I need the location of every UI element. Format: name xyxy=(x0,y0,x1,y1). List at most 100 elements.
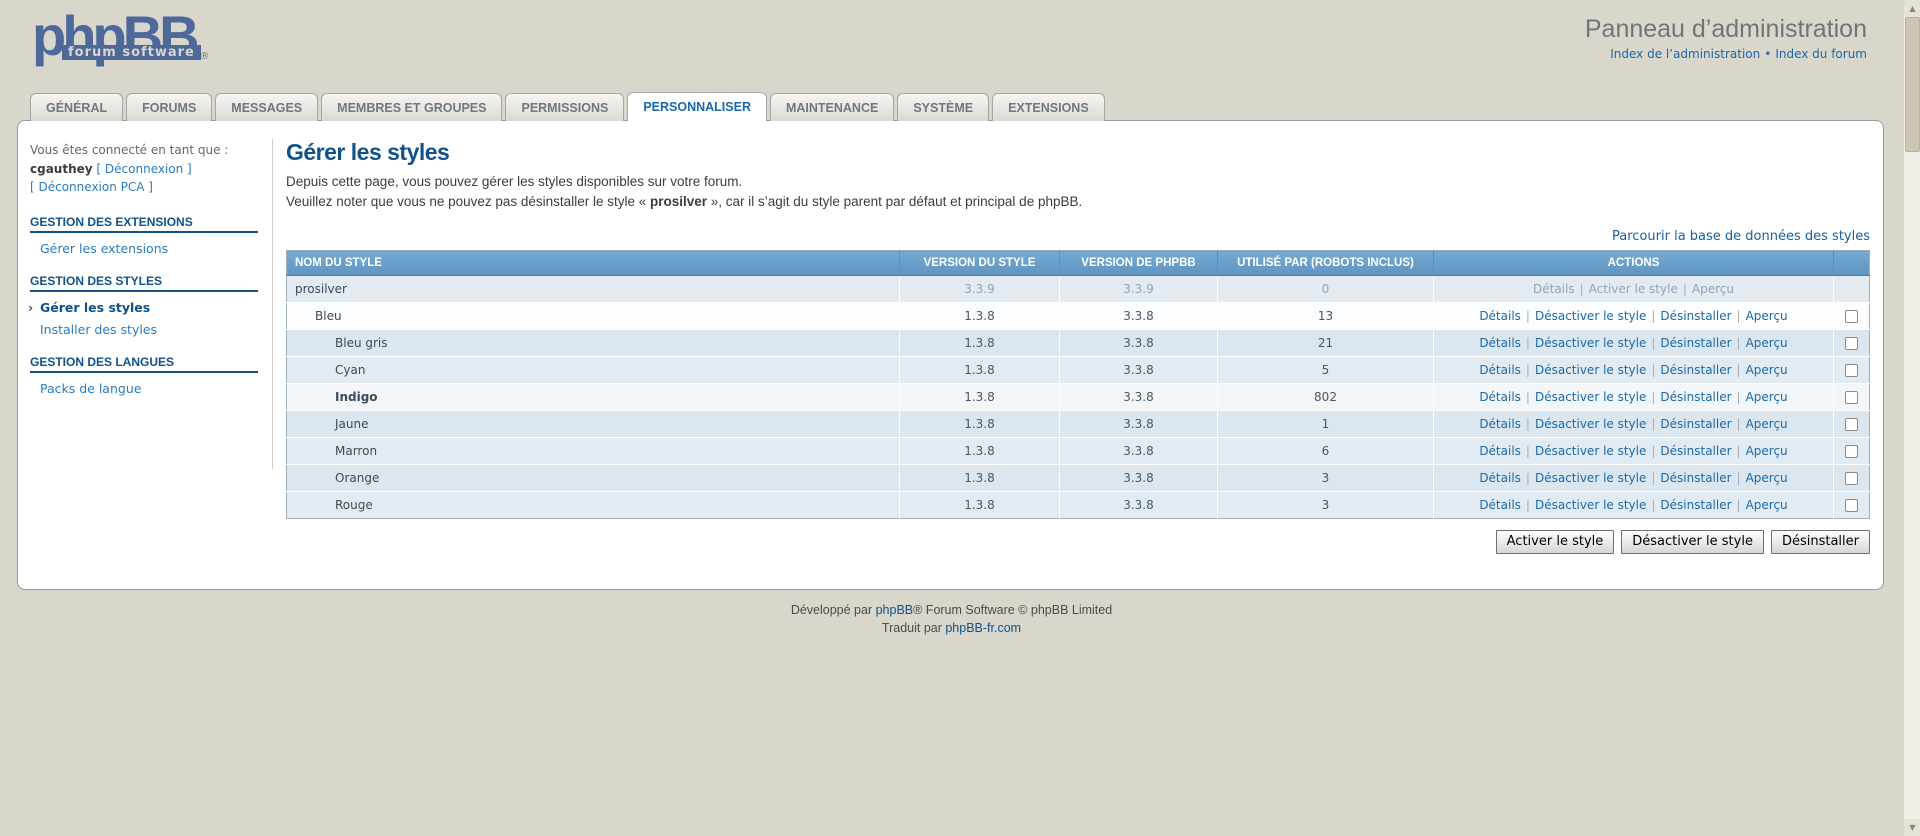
action-link-details[interactable]: Détails xyxy=(1479,336,1521,350)
action-link-desinstaller[interactable]: Désinstaller xyxy=(1660,309,1731,323)
style-name: Bleu xyxy=(286,302,900,330)
row-checkbox[interactable] xyxy=(1845,364,1858,378)
logout-link[interactable]: [ Déconnexion ] xyxy=(96,162,191,176)
actions-cell: Détails | Désactiver le style | Désinstaller… xyxy=(1433,302,1834,330)
sidebar-item-installer-des-styles[interactable]: Installer des styles xyxy=(30,322,258,337)
action-separator: | xyxy=(1525,390,1530,405)
action-link-apercu[interactable]: Aperçu xyxy=(1746,336,1788,350)
phpbb-fr-link[interactable]: phpBB-fr.com xyxy=(945,621,1021,635)
tab-permissions[interactable]: PERMISSIONS xyxy=(505,93,625,121)
row-checkbox[interactable] xyxy=(1845,499,1858,513)
page-description: Depuis cette page, vous pouvez gérer les… xyxy=(286,172,1870,211)
tab-forums[interactable]: FORUMS xyxy=(126,93,213,121)
browse-row: Parcourir la base de données des styles xyxy=(286,229,1870,244)
action-link-desactiver-le-style[interactable]: Désactiver le style xyxy=(1535,498,1646,512)
action-link-apercu[interactable]: Aperçu xyxy=(1692,282,1734,296)
sidebar-item-label[interactable]: Gérer les styles xyxy=(40,300,150,315)
logout-pca-link[interactable]: [ Déconnexion PCA ] xyxy=(30,180,153,194)
action-link-apercu[interactable]: Aperçu xyxy=(1746,444,1788,458)
sidebar-item-gerer-les-styles[interactable]: › Gérer les styles xyxy=(28,299,258,315)
tab-maintenance[interactable]: MAINTENANCE xyxy=(769,93,895,121)
row-checkbox[interactable] xyxy=(1845,391,1858,405)
connected-label: Vous êtes connecté en tant que : xyxy=(30,143,229,157)
sidebar-item-gerer-les-extensions[interactable]: Gérer les extensions xyxy=(30,241,258,256)
action-link-apercu[interactable]: Aperçu xyxy=(1746,471,1788,485)
action-separator: | xyxy=(1651,417,1656,432)
action-link-desinstaller[interactable]: Désinstaller xyxy=(1660,336,1731,350)
checkbox-cell xyxy=(1833,329,1870,357)
style-version: 3.3.9 xyxy=(899,275,1060,303)
action-link-desactiver-le-style[interactable]: Désactiver le style xyxy=(1535,390,1646,404)
action-link-apercu[interactable]: Aperçu xyxy=(1746,309,1788,323)
action-separator: | xyxy=(1525,498,1530,513)
tab-messages[interactable]: MESSAGES xyxy=(215,93,319,121)
action-separator: | xyxy=(1651,309,1656,324)
action-link-details[interactable]: Détails xyxy=(1479,363,1521,377)
action-link-desactiver-le-style[interactable]: Désactiver le style xyxy=(1535,417,1646,431)
action-link-details[interactable]: Détails xyxy=(1479,309,1521,323)
action-separator: | xyxy=(1736,363,1741,378)
action-link-apercu[interactable]: Aperçu xyxy=(1746,390,1788,404)
action-link-apercu[interactable]: Aperçu xyxy=(1746,417,1788,431)
scroll-down-arrow-icon[interactable]: ▼ xyxy=(1904,819,1920,836)
action-link-desactiver-le-style[interactable]: Désactiver le style xyxy=(1535,336,1646,350)
action-link-desactiver-le-style[interactable]: Désactiver le style xyxy=(1535,363,1646,377)
tab-membres-et-groupes[interactable]: MEMBRES ET GROUPES xyxy=(321,93,503,121)
style-row-prosilver: prosilver 3.3.9 3.3.9 0 Détails | Activer le s… xyxy=(286,275,1870,303)
active-item-arrow-icon: › xyxy=(28,299,34,315)
tab-general[interactable]: GÉNÉRAL xyxy=(30,93,124,121)
action-link-desinstaller[interactable]: Désinstaller xyxy=(1660,363,1731,377)
browse-styles-database-link[interactable]: Parcourir la base de données des styles xyxy=(1612,229,1870,244)
row-checkbox[interactable] xyxy=(1845,472,1858,486)
action-link-desactiver-le-style[interactable]: Désactiver le style xyxy=(1535,309,1646,323)
action-link-desinstaller[interactable]: Désinstaller xyxy=(1660,471,1731,485)
tab-systeme[interactable]: SYSTÈME xyxy=(897,93,990,121)
sidebar-item-label[interactable]: Installer des styles xyxy=(40,322,157,337)
menu-items: Gérer les extensions xyxy=(30,241,258,256)
row-checkbox[interactable] xyxy=(1845,337,1858,351)
action-link-details[interactable]: Détails xyxy=(1479,417,1521,431)
sidebar-item-packs-de-langue[interactable]: Packs de langue xyxy=(30,381,258,396)
row-checkbox[interactable] xyxy=(1845,445,1858,459)
footer: Développé par phpBB® Forum Software © ph… xyxy=(0,601,1903,637)
action-link-details[interactable]: Détails xyxy=(1479,444,1521,458)
action-link-activer-le-style[interactable]: Activer le style xyxy=(1589,282,1678,296)
phpbb-link[interactable]: phpBB xyxy=(876,603,914,617)
action-separator: | xyxy=(1736,336,1741,351)
activer-le-style-button[interactable]: Activer le style xyxy=(1495,530,1615,555)
tab-personnaliser[interactable]: PERSONNALISER xyxy=(627,92,767,121)
breadcrumb-link-admin-index[interactable]: Index de l’administration xyxy=(1610,47,1760,61)
action-link-details[interactable]: Détails xyxy=(1479,390,1521,404)
admin-panel-title: Panneau d’administration xyxy=(1584,15,1867,43)
row-checkbox[interactable] xyxy=(1845,310,1858,324)
action-link-desinstaller[interactable]: Désinstaller xyxy=(1660,390,1731,404)
action-link-desactiver-le-style[interactable]: Désactiver le style xyxy=(1535,471,1646,485)
action-link-details[interactable]: Détails xyxy=(1479,471,1521,485)
desactiver-le-style-button[interactable]: Désactiver le style xyxy=(1621,530,1764,555)
style-name: Indigo xyxy=(286,383,900,411)
sidebar-item-label[interactable]: Gérer les extensions xyxy=(40,241,168,256)
action-link-apercu[interactable]: Aperçu xyxy=(1746,363,1788,377)
action-link-apercu[interactable]: Aperçu xyxy=(1746,498,1788,512)
sidebar-item-label[interactable]: Packs de langue xyxy=(40,381,141,396)
action-link-desinstaller[interactable]: Désinstaller xyxy=(1660,498,1731,512)
action-separator: | xyxy=(1525,363,1530,378)
action-link-details[interactable]: Détails xyxy=(1479,498,1521,512)
style-name: Cyan xyxy=(286,356,900,384)
tab-extensions[interactable]: EXTENSIONS xyxy=(992,93,1105,121)
style-version: 1.3.8 xyxy=(899,491,1060,519)
logo-tagline: forum software xyxy=(62,45,201,60)
action-link-desinstaller[interactable]: Désinstaller xyxy=(1660,444,1731,458)
row-checkbox[interactable] xyxy=(1845,418,1858,432)
action-link-desactiver-le-style[interactable]: Désactiver le style xyxy=(1535,444,1646,458)
vertical-scrollbar[interactable]: ▲ ▼ xyxy=(1903,0,1920,836)
action-link-desinstaller[interactable]: Désinstaller xyxy=(1660,417,1731,431)
breadcrumb-link-forum-index[interactable]: Index du forum xyxy=(1775,47,1867,61)
menu-section-title: GESTION DES EXTENSIONS xyxy=(30,215,258,233)
scroll-up-arrow-icon[interactable]: ▲ xyxy=(1904,0,1920,17)
used-by-count: 0 xyxy=(1217,275,1434,303)
action-link-details[interactable]: Détails xyxy=(1533,282,1575,296)
scrollbar-thumb[interactable] xyxy=(1905,17,1920,152)
actions-cell: Détails | Désactiver le style | Désinstaller… xyxy=(1433,329,1834,357)
desinstaller-button[interactable]: Désinstaller xyxy=(1770,530,1870,555)
